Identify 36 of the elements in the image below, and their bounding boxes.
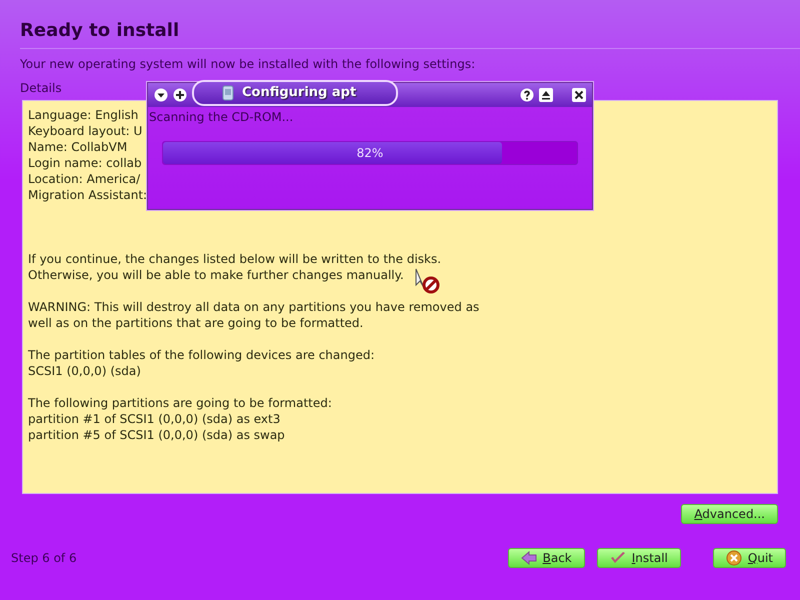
close-icon[interactable] [572,88,586,102]
details-line: Otherwise, you will be able to make further changes manually. [28,267,404,283]
details-line: If you continue, the changes listed below will be written to the disks. [28,251,442,267]
plus-icon[interactable] [173,88,187,102]
details-line: partition #1 of SCSI1 (0,0,0) (sda) as ext3 [28,411,280,427]
back-button[interactable]: Back [508,548,585,568]
summary-line: Name: CollabVM [28,139,128,155]
details-line: The partition tables of the following devices are changed: [28,347,375,363]
back-arrow-icon [520,551,537,565]
check-icon [610,551,626,565]
details-line: well as on the partitions that are going to be formatted. [28,315,364,331]
step-label: Step 6 of 6 [11,550,77,567]
summary-line: Location: America/ [28,171,140,187]
shade-icon[interactable] [539,88,553,102]
cancel-icon [726,550,742,566]
summary-line: Login name: collab [28,155,142,171]
details-line: WARNING: This will destroy all data on any partitions you have removed as [28,299,480,315]
summary-line: Language: English [28,107,138,123]
advanced-button[interactable]: Advanced... [681,504,778,524]
quit-button[interactable]: Quit [712,548,786,568]
install-button[interactable]: Install [596,548,681,568]
menu-icon[interactable] [154,88,168,102]
app-icon [222,85,234,101]
summary-line: Keyboard layout: U [28,123,142,139]
details-label: Details [20,80,62,96]
progress-reading: 82% [356,146,384,160]
summary-line: Migration Assistant: [28,187,148,203]
details-line: SCSI1 (0,0,0) (sda) [28,363,141,379]
page-title: Ready to install [19,19,180,43]
dialog-title: Configuring apt [242,84,356,102]
details-line: The following partitions are going to be formatted: [28,395,332,411]
help-icon[interactable] [520,88,534,102]
subtitle: Your new operating system will now be installed with the following settings: [20,56,476,72]
details-line: partition #5 of SCSI1 (0,0,0) (sda) as swap [28,427,285,443]
status-message: Scanning the CD-ROM... [148,109,294,125]
no-entry-cursor-icon [414,268,442,294]
